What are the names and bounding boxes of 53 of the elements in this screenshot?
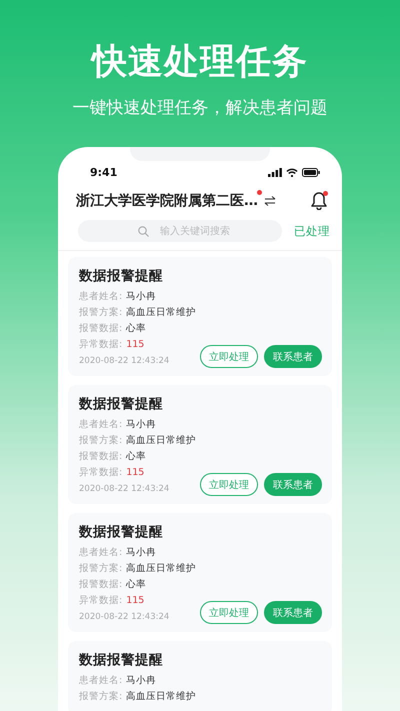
subtitle: 一键快速处理任务，解决患者问题 <box>72 97 328 120</box>
field-label: 报警方案: <box>79 691 122 702</box>
timestamp: 2020-08-22 12:43:24 <box>79 612 170 622</box>
card-title: 数据报警提醒 <box>79 395 164 413</box>
field-label: 报警数据: <box>79 451 122 462</box>
field-label: 患者姓名: <box>79 291 122 302</box>
headline: 快速处理任务 <box>92 41 308 84</box>
battery-icon <box>302 168 320 177</box>
bell-icon <box>310 191 328 210</box>
search-icon <box>138 226 149 236</box>
field-value: 高血压日常维护 <box>126 307 196 318</box>
action-button[interactable]: 联系患者 <box>264 345 322 368</box>
field-value: 高血压日常维护 <box>126 435 196 446</box>
field-value: 心率 <box>126 451 146 462</box>
card-title: 数据报警提醒 <box>79 523 164 541</box>
card-title: 数据报警提醒 <box>79 267 164 285</box>
field-label: 报警方案: <box>79 435 122 446</box>
field-label: 患者姓名: <box>79 675 122 686</box>
field-value: 马小冉 <box>126 547 156 558</box>
field-label: 报警方案: <box>79 563 122 574</box>
action-button[interactable]: 立即处理 <box>200 601 258 624</box>
field-label: 报警方案: <box>79 307 122 318</box>
field-label: 异常数据: <box>79 595 122 606</box>
hospital-title[interactable]: 浙江大学医学院附属第二医… <box>76 192 258 210</box>
processed-link[interactable]: 已处理 <box>294 224 330 238</box>
action-button[interactable]: 立即处理 <box>200 345 258 368</box>
timestamp: 2020-08-22 12:43:24 <box>79 484 170 494</box>
field-label: 异常数据: <box>79 339 122 350</box>
field-label: 异常数据: <box>79 467 122 478</box>
field-value: 115 <box>126 339 144 350</box>
field-value: 心率 <box>126 323 146 334</box>
field-value: 115 <box>126 595 144 606</box>
field-value: 115 <box>126 467 144 478</box>
switch-arrows-icon <box>264 196 276 206</box>
field-value: 高血压日常维护 <box>126 563 196 574</box>
field-value: 高血压日常维护 <box>126 691 196 702</box>
field-label: 患者姓名: <box>79 547 122 558</box>
card-title: 数据报警提醒 <box>79 651 164 669</box>
search-field[interactable]: 输入关键词搜索 <box>78 220 282 242</box>
field-value: 心率 <box>126 579 146 590</box>
field-value: 马小冉 <box>126 291 156 302</box>
signal-icon <box>268 168 282 177</box>
field-label: 报警数据: <box>79 323 122 334</box>
field-label: 报警数据: <box>79 579 122 590</box>
field-value: 马小冉 <box>126 675 156 686</box>
field-label: 患者姓名: <box>79 419 122 430</box>
status-time: 9:41 <box>90 166 118 179</box>
action-button[interactable]: 联系患者 <box>264 601 322 624</box>
timestamp: 2020-08-22 12:43:24 <box>79 356 170 366</box>
action-button[interactable]: 立即处理 <box>200 473 258 496</box>
field-value: 马小冉 <box>126 419 156 430</box>
action-button[interactable]: 联系患者 <box>264 473 322 496</box>
wifi-icon <box>286 168 298 177</box>
